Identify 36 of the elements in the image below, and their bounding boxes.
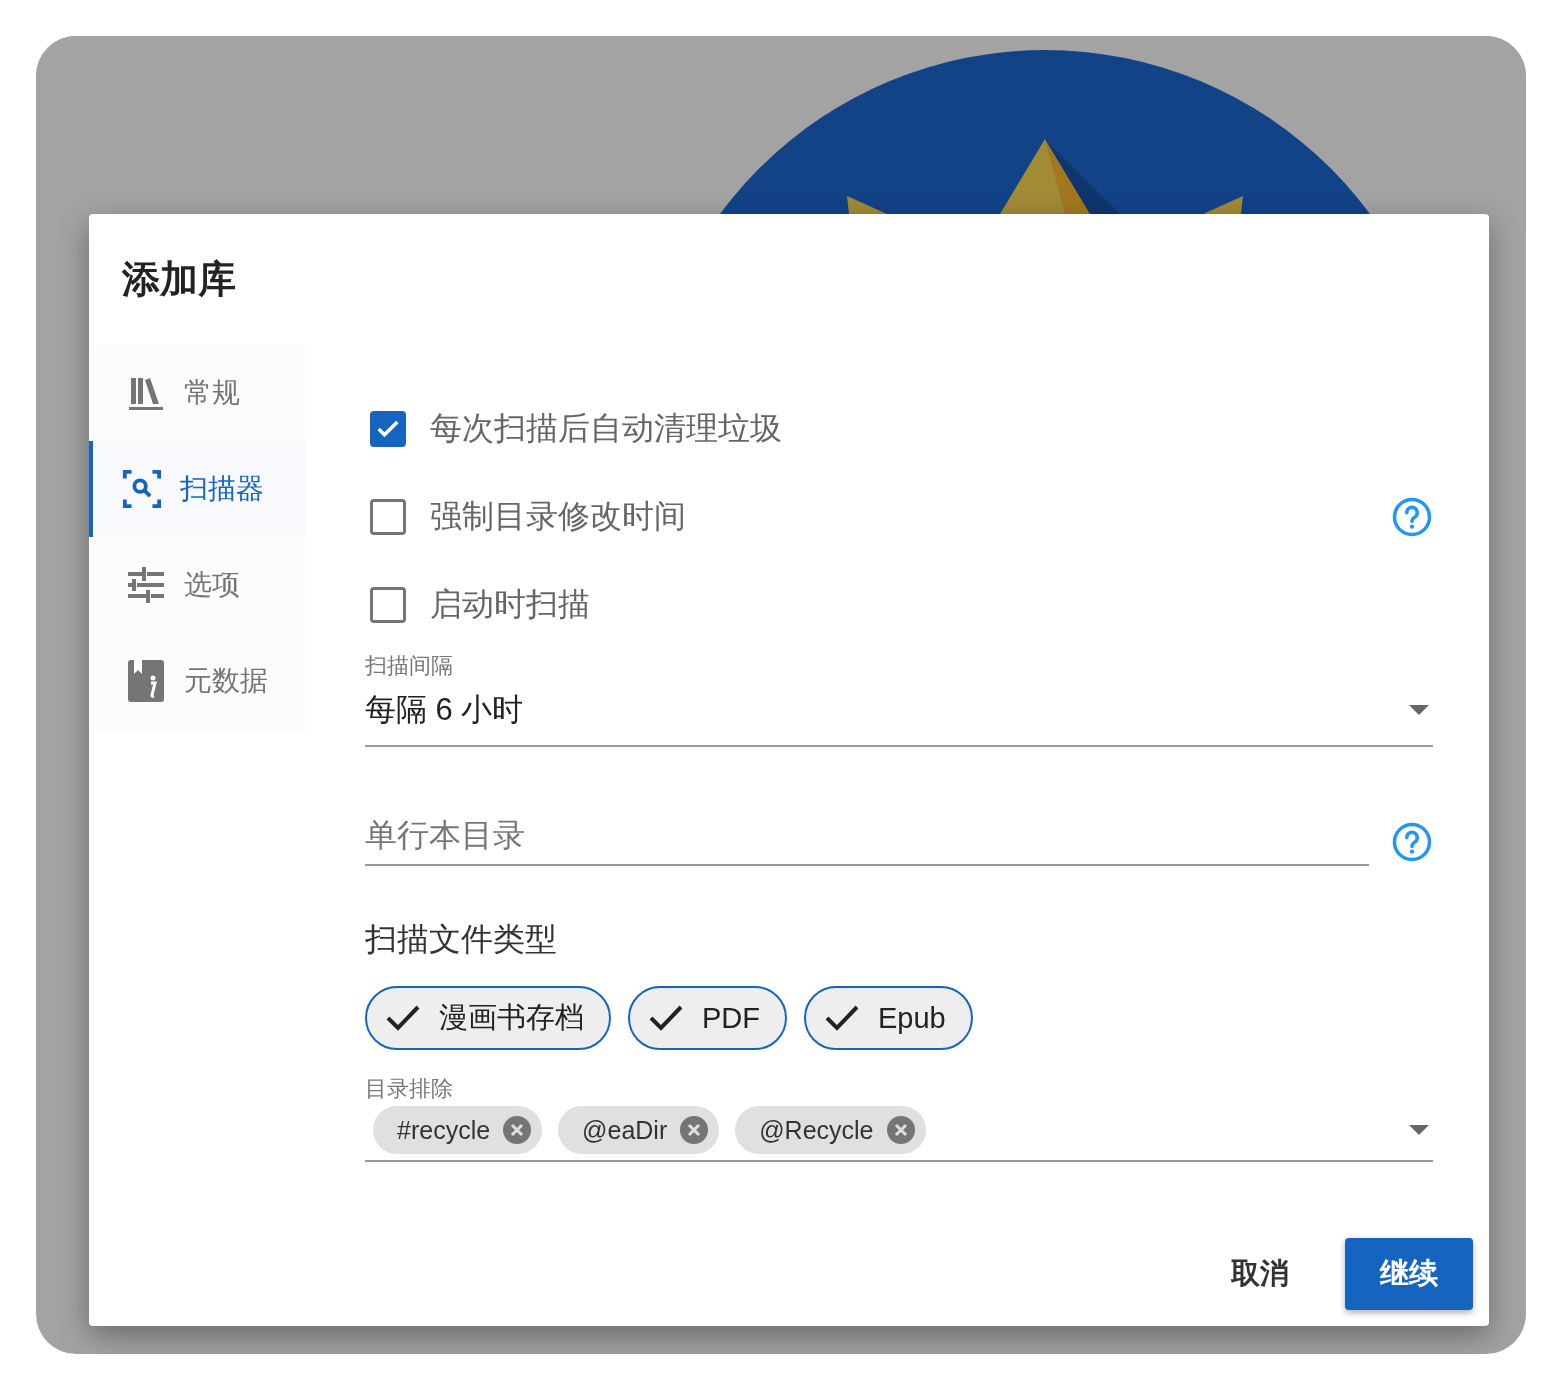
caret-icon[interactable] bbox=[1408, 1124, 1430, 1136]
tag-label: @Recycle bbox=[759, 1115, 874, 1145]
checkbox[interactable] bbox=[370, 499, 406, 535]
check-icon bbox=[385, 1003, 421, 1033]
tag-label: #recycle bbox=[397, 1115, 491, 1145]
remove-icon[interactable] bbox=[502, 1115, 533, 1145]
help-icon[interactable] bbox=[1391, 820, 1433, 863]
filter-chip[interactable]: PDF bbox=[628, 986, 787, 1050]
checkbox-label: 强制目录修改时间 bbox=[430, 497, 687, 536]
checkbox[interactable] bbox=[370, 587, 406, 623]
tag-label: @eaDir bbox=[582, 1115, 668, 1145]
exclude-select[interactable]: 目录排除 #recycle @eaDir @Recycle bbox=[365, 1074, 1433, 1162]
checkbox-label: 启动时扫描 bbox=[430, 585, 591, 624]
remove-icon[interactable] bbox=[679, 1115, 710, 1145]
sidebar-item[interactable]: 常规 bbox=[89, 345, 305, 441]
check-icon bbox=[648, 1003, 684, 1033]
filter-chip[interactable]: 漫画书存档 bbox=[365, 986, 611, 1050]
sidebar-item[interactable]: 选项 bbox=[89, 537, 305, 633]
sidebar-item[interactable]: 扫描器 bbox=[89, 441, 305, 537]
sidebar-item[interactable]: 元数据 bbox=[89, 633, 305, 729]
help-icon[interactable] bbox=[1391, 496, 1433, 538]
info-book-icon bbox=[126, 660, 166, 702]
interval-select[interactable]: 扫描间隔 每隔 6 小时 bbox=[365, 651, 1433, 747]
cancel-button[interactable]: 取消 bbox=[1225, 1238, 1295, 1310]
sliders-icon bbox=[126, 566, 166, 604]
checkbox-label: 每次扫描后自动清理垃圾 bbox=[430, 409, 783, 448]
continue-button[interactable]: 继续 bbox=[1345, 1238, 1473, 1310]
dialog-title: 添加库 bbox=[122, 257, 237, 302]
remove-icon[interactable] bbox=[885, 1115, 916, 1145]
scan-search-icon bbox=[122, 468, 162, 510]
check-icon bbox=[824, 1003, 860, 1033]
checkbox[interactable] bbox=[370, 411, 406, 447]
caret-icon[interactable] bbox=[1408, 704, 1430, 716]
section-heading: 扫描文件类型 bbox=[365, 920, 558, 959]
filter-chip[interactable]: Epub bbox=[804, 986, 973, 1050]
input-field[interactable]: 单行本目录 bbox=[365, 817, 1369, 866]
